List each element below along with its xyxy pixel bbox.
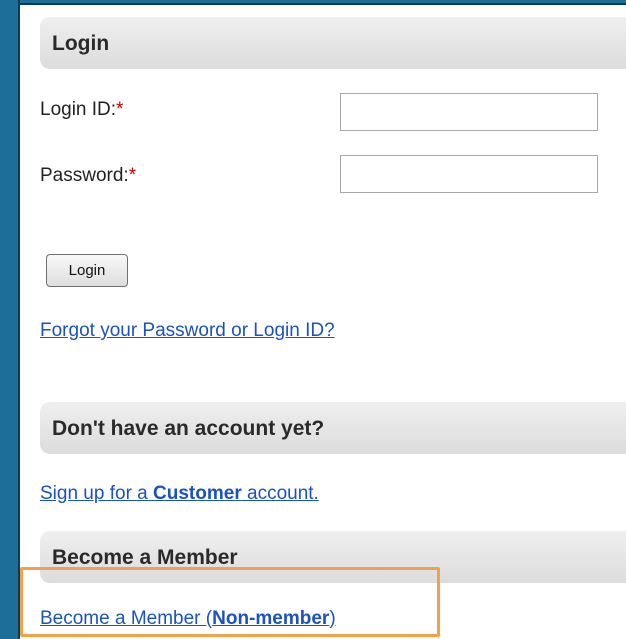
- become-member-link[interactable]: Become a Member (Non-member): [40, 608, 336, 630]
- member-link-prefix: Become a Member (: [40, 608, 213, 629]
- member-section-header: Become a Member: [40, 531, 626, 583]
- signup-link-suffix: account.: [241, 483, 319, 504]
- password-label-text: Password:: [40, 165, 129, 186]
- forgot-password-link[interactable]: Forgot your Password or Login ID?: [40, 320, 335, 342]
- login-id-input[interactable]: [340, 93, 598, 131]
- login-id-label-text: Login ID:: [40, 99, 117, 120]
- window-frame-left: [0, 0, 20, 639]
- customer-signup-link[interactable]: Sign up for a Customer account.: [40, 483, 319, 505]
- member-link-suffix: ): [329, 608, 336, 629]
- signup-link-bold: Customer: [153, 483, 242, 504]
- password-input[interactable]: [340, 155, 598, 193]
- signup-section-title: Don't have an account yet?: [52, 417, 325, 440]
- login-section-header: Login: [40, 17, 626, 69]
- login-button[interactable]: Login: [46, 254, 128, 287]
- required-marker: *: [128, 165, 137, 186]
- signup-link-prefix: Sign up for a: [40, 483, 154, 504]
- signup-section-header: Don't have an account yet?: [40, 402, 626, 454]
- login-panel: Login Login ID:* Password:* Login Forgot…: [22, 5, 626, 639]
- login-id-label: Login ID:*: [40, 99, 123, 121]
- required-marker: *: [116, 99, 124, 120]
- member-section-title: Become a Member: [52, 546, 238, 569]
- password-label: Password:*: [40, 165, 136, 187]
- login-section-title: Login: [52, 32, 110, 55]
- member-link-bold: Non-member: [212, 608, 330, 629]
